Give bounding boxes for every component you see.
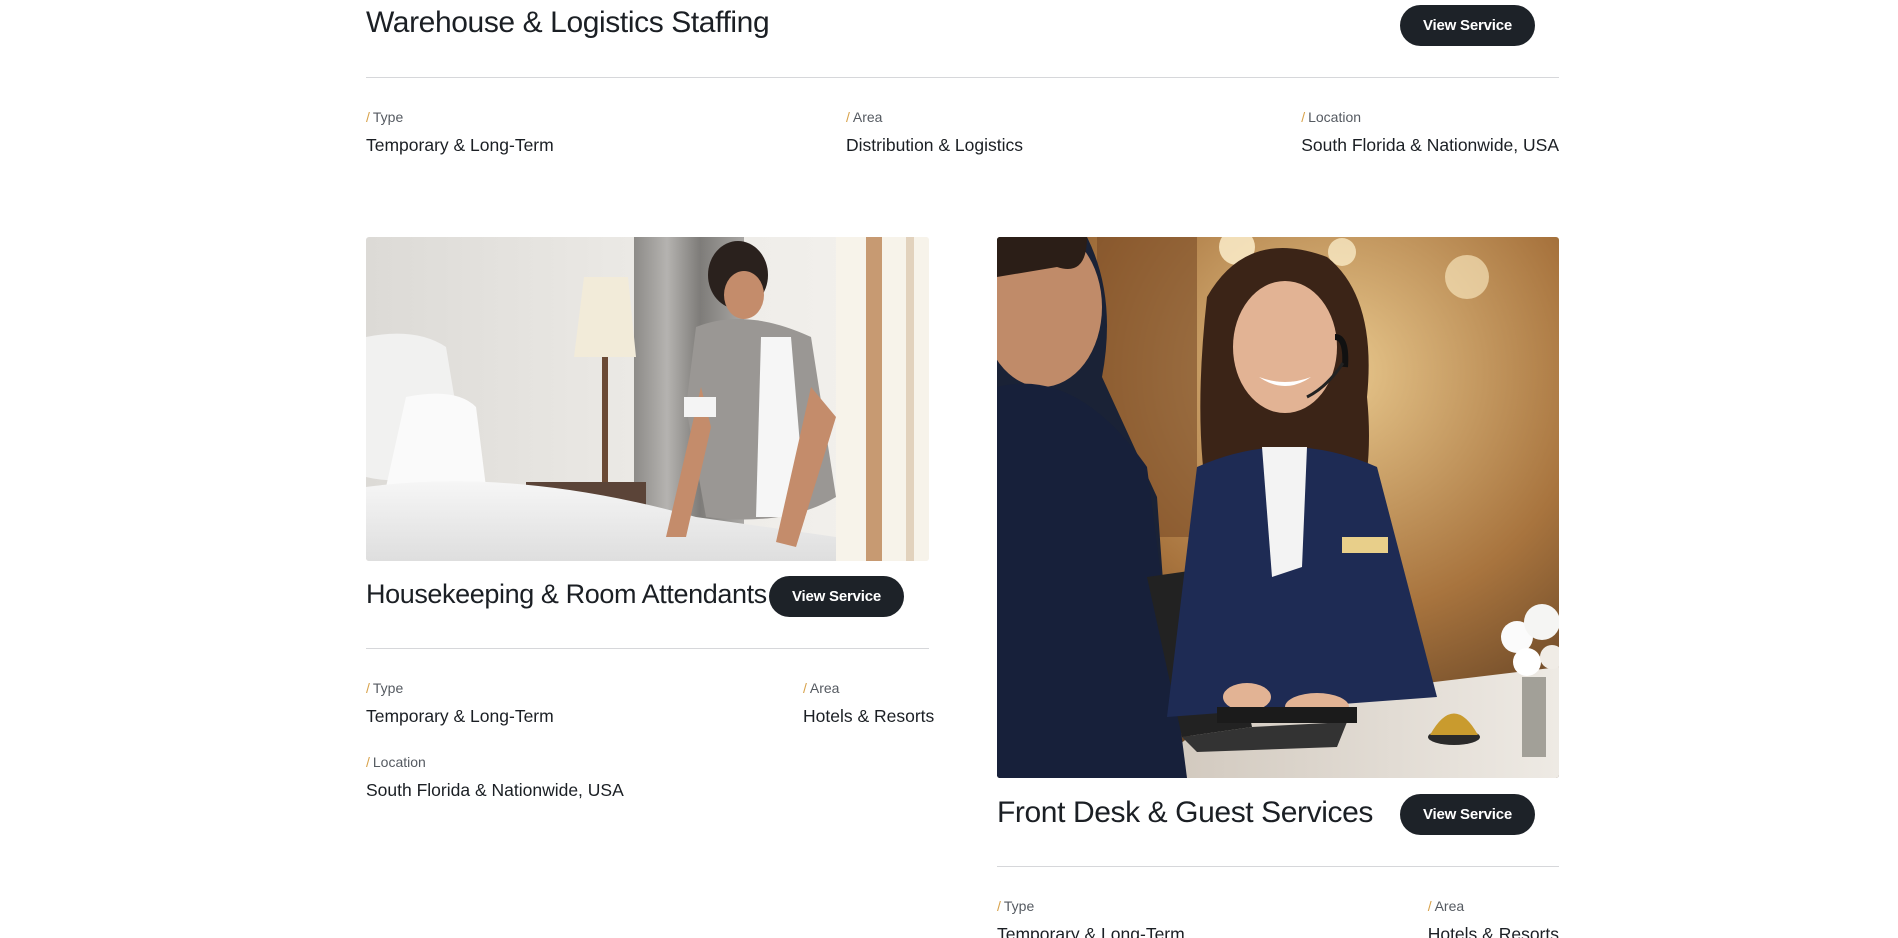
- divider: [997, 866, 1559, 867]
- meta-location-label: / Location: [366, 754, 426, 770]
- housekeeping-photo[interactable]: [366, 237, 929, 561]
- service-title-warehouse: Warehouse & Logistics Staffing: [366, 6, 770, 39]
- divider: [366, 648, 929, 649]
- meta-area-label: / Area: [803, 680, 840, 696]
- meta-type-value: Temporary & Long-Term: [366, 135, 554, 155]
- view-service-button-housekeeping[interactable]: View Service: [769, 576, 904, 617]
- meta-location-label: / Location: [1301, 109, 1362, 125]
- meta-area: / Area Distribution & Logistics: [846, 108, 1023, 156]
- meta-location: / Location South Florida & Nationwide, US…: [1301, 108, 1559, 156]
- meta-location-value: South Florida & Nationwide, USA: [1301, 135, 1559, 155]
- divider: [366, 77, 1559, 78]
- meta-area: / Area Hotels & Resorts: [1428, 897, 1559, 938]
- meta-type-label: / Type: [366, 680, 404, 696]
- meta-area-value: Hotels & Resorts: [1427, 924, 1559, 938]
- view-service-button-front-desk[interactable]: View Service: [1400, 794, 1535, 835]
- meta-area-label: / Area: [1427, 898, 1465, 914]
- front-desk-photo[interactable]: [997, 237, 1559, 778]
- housekeeping-image: [366, 237, 929, 561]
- services-page: Warehouse & Logistics Staffing View Serv…: [0, 0, 1898, 938]
- meta-type-label: / Type: [366, 109, 404, 125]
- meta-type-label: / Type: [997, 898, 1035, 914]
- meta-type: / Type Temporary & Long-Term: [366, 108, 554, 156]
- meta-type: / Type Temporary & Long-Term: [366, 679, 554, 727]
- meta-type: / Type Temporary & Long-Term: [997, 897, 1185, 938]
- service-title-housekeeping: Housekeeping & Room Attendants: [366, 579, 767, 609]
- meta-type-value: Temporary & Long-Term: [997, 924, 1185, 938]
- front-desk-image: [997, 237, 1559, 778]
- meta-location: / Location South Florida & Nationwide, US…: [366, 753, 624, 801]
- meta-type-value: Temporary & Long-Term: [366, 706, 554, 726]
- meta-area: / Area Hotels & Resorts: [803, 679, 934, 727]
- meta-area-value: Distribution & Logistics: [846, 135, 1024, 155]
- meta-area-label: / Area: [846, 109, 883, 125]
- service-title-front-desk: Front Desk & Guest Services: [997, 796, 1373, 829]
- meta-location-value: South Florida & Nationwide, USA: [366, 780, 624, 800]
- meta-area-value: Hotels & Resorts: [803, 706, 935, 726]
- view-service-button-warehouse[interactable]: View Service: [1400, 5, 1535, 46]
